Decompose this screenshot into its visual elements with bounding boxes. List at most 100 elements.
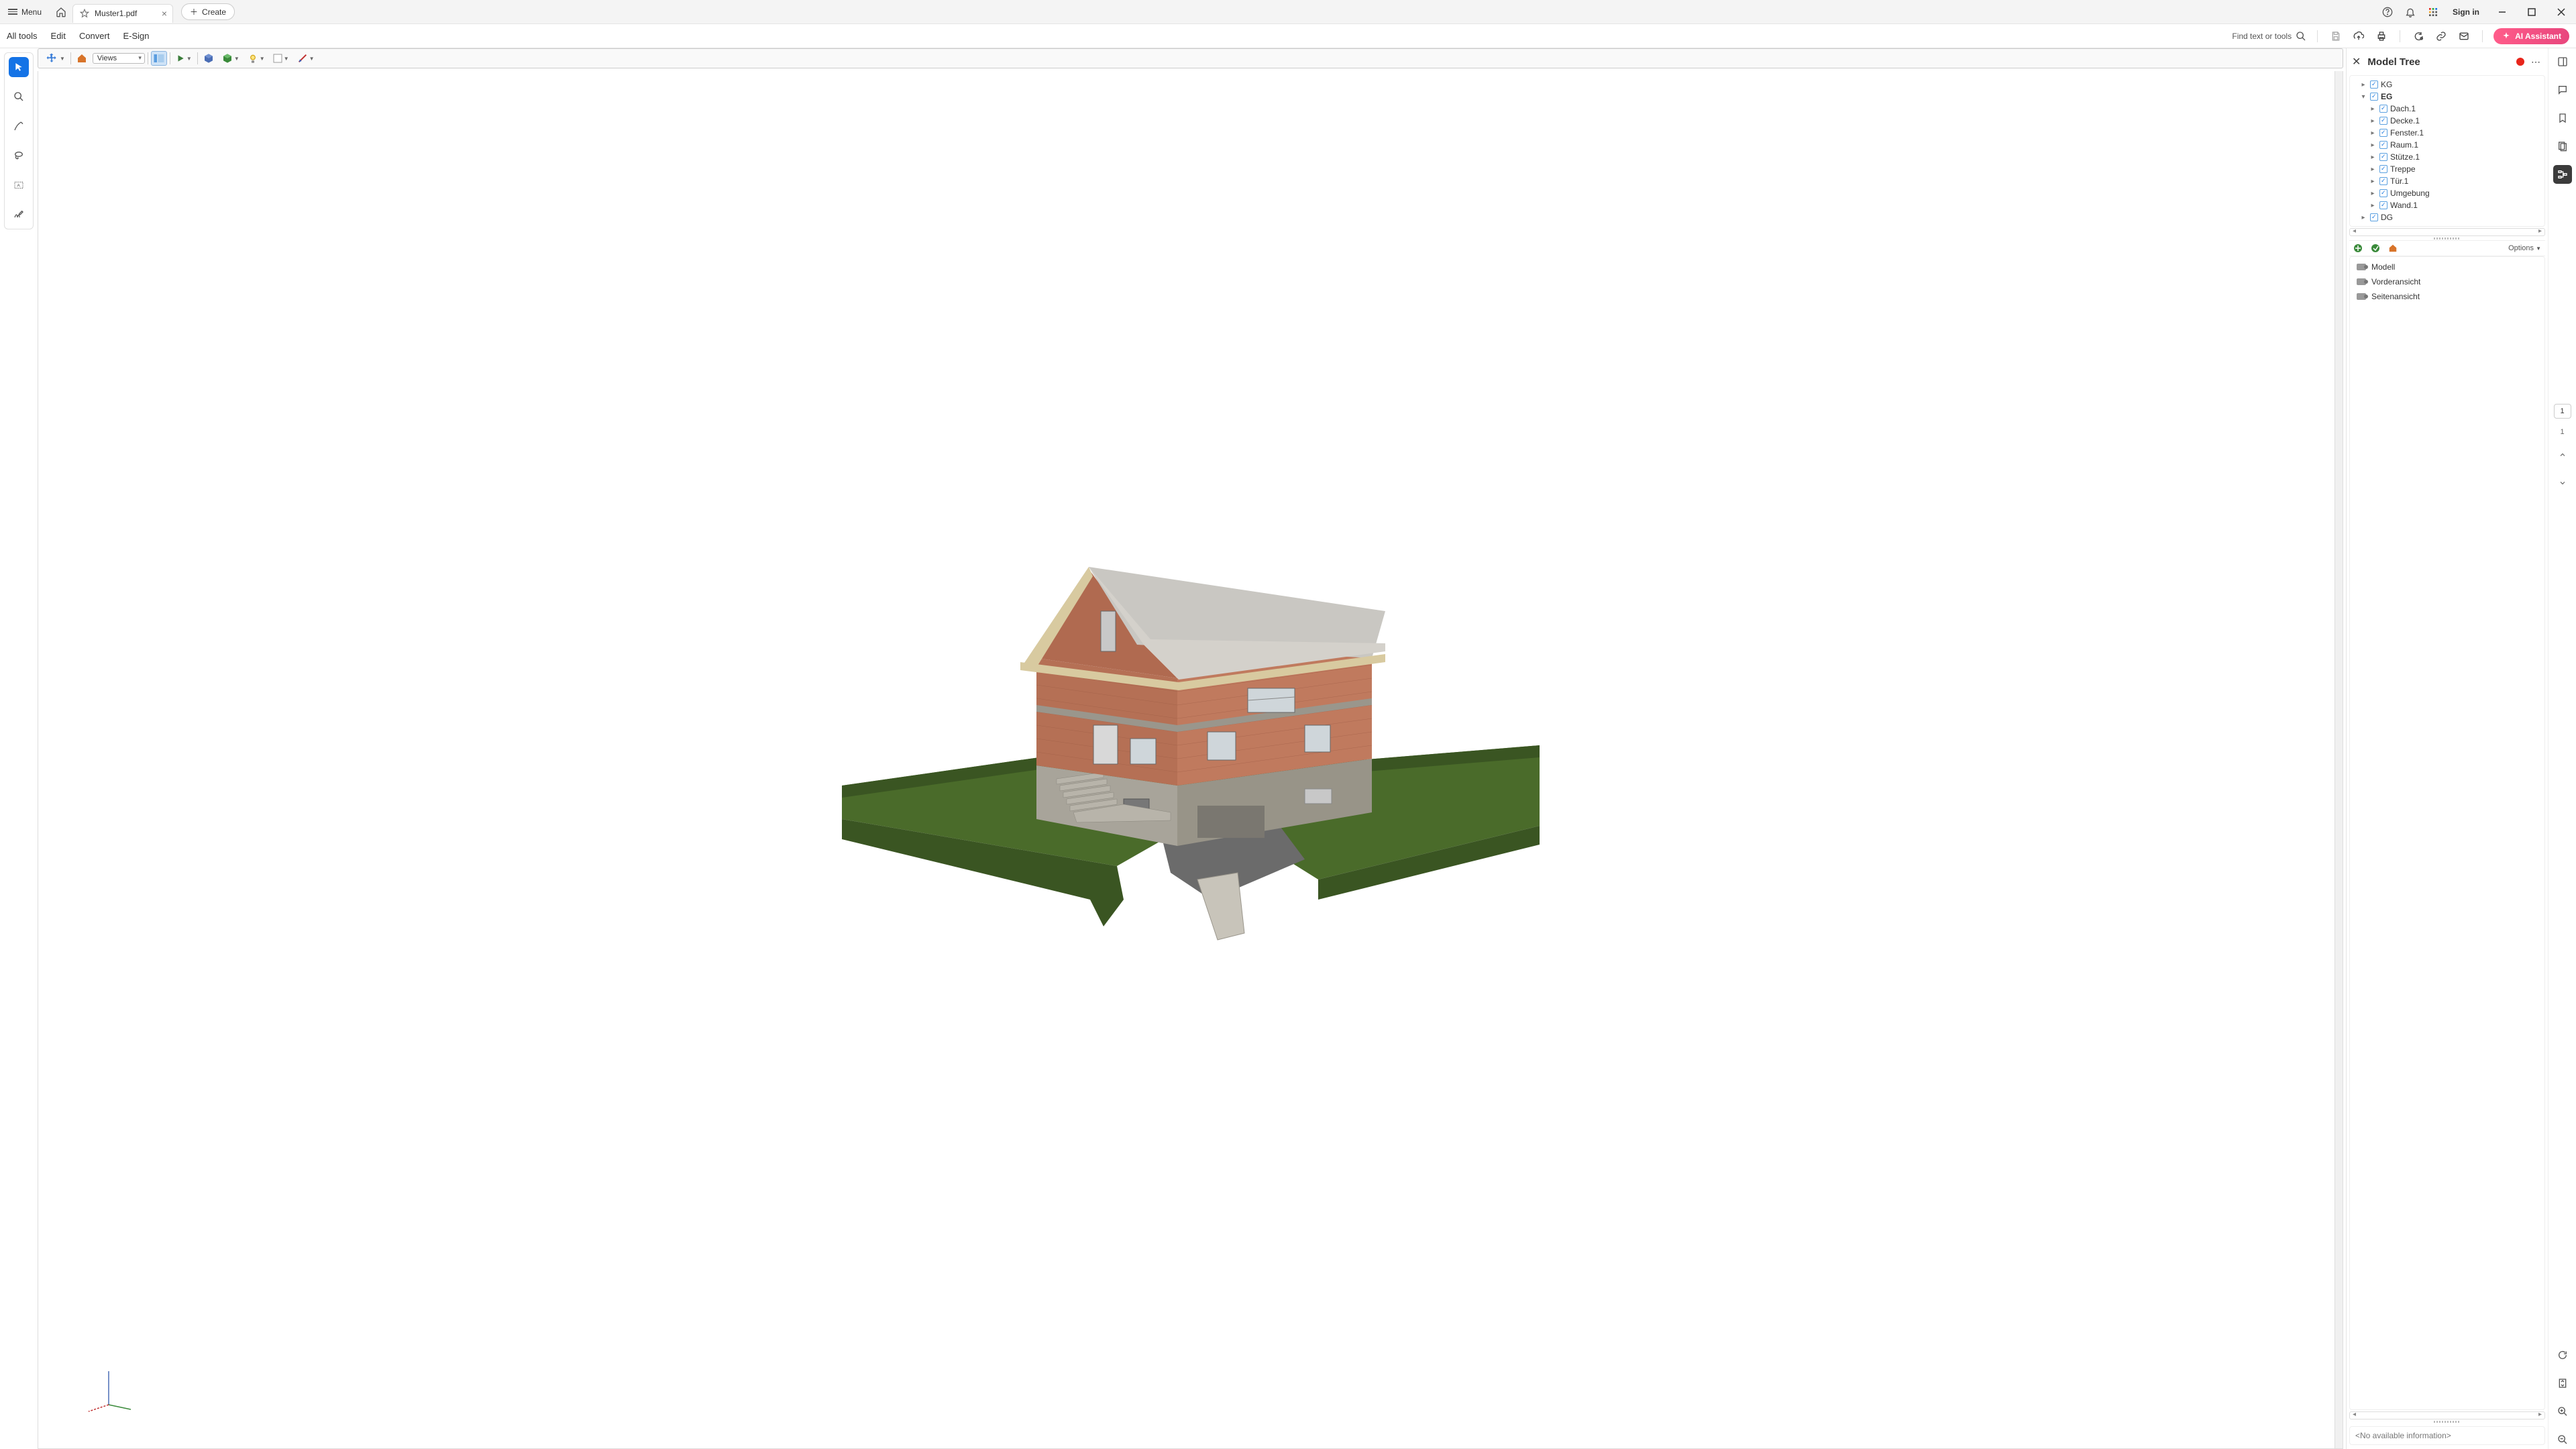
save-button[interactable] [2328,29,2343,44]
close-window-button[interactable] [2546,8,2576,16]
zoom-in-button[interactable] [2553,1402,2572,1421]
menu-all-tools[interactable]: All tools [7,31,38,41]
svg-text:A: A [17,184,20,189]
panel-close-button[interactable]: ✕ [2352,55,2361,68]
viewport-scrollbar[interactable] [2334,71,2343,1448]
model-tree[interactable]: ▸ KG ▾ EG ▸Dach.1 ▸Decke.1 ▸Fenster.1 ▸R… [2349,75,2545,227]
orbit-tool-button[interactable]: ▼ [42,50,68,66]
cube-solid-button[interactable] [201,52,217,65]
tree-node-eg[interactable]: ▾ EG [2350,91,2544,103]
ai-assistant-button[interactable]: AI Assistant [2493,28,2569,44]
camera-icon [2357,293,2366,300]
zoom-tool[interactable] [9,87,29,107]
collapse-icon[interactable]: ▾ [2359,93,2367,101]
checkbox[interactable] [2370,93,2378,101]
right-side: ✕ Model Tree ⋯ ▸ KG ▾ EG ▸Dach.1 ▸Dec [2347,48,2576,1449]
tree-node-tuer[interactable]: ▸Tür.1 [2350,175,2544,187]
rail-panels-button[interactable] [2553,52,2572,71]
help-button[interactable] [2376,0,2399,23]
sign-tool[interactable] [9,205,29,225]
select-tool[interactable] [9,57,29,77]
rail-comments-button[interactable] [2553,80,2572,99]
play-button[interactable]: ▼ [173,52,195,64]
tree-node-fenster[interactable]: ▸Fenster.1 [2350,127,2544,139]
rotate-button[interactable] [2553,1346,2572,1364]
print-button[interactable] [2374,29,2389,44]
right-rail: 1 1 [2548,48,2576,1449]
tree-hscroll[interactable] [2349,228,2545,236]
main-menu-button[interactable]: Menu [0,0,50,23]
email-button[interactable] [2457,29,2471,44]
signin-link[interactable]: Sign in [2453,7,2479,17]
center-column: ▼ Views ▼ ▼ ▼ ▼ ▼ [38,48,2347,1449]
window-controls [2487,8,2576,16]
view-item-seitenansicht[interactable]: Seitenansicht [2350,289,2544,304]
lighting-button[interactable]: ▼ [245,52,268,65]
document-tab[interactable]: Muster1.pdf × [72,4,173,23]
page-input[interactable]: 1 [2554,404,2571,419]
star-icon [80,9,89,18]
find-button[interactable]: Find text or tools [2232,31,2306,42]
view-item-vorderansicht[interactable]: Vorderansicht [2350,274,2544,289]
toggle-tree-button[interactable] [151,51,167,66]
apps-button[interactable] [2422,0,2445,23]
add-view-alt-icon[interactable] [2371,244,2380,253]
rail-modeltree-button[interactable] [2553,165,2572,184]
home-view-icon[interactable] [2388,244,2398,253]
views-dropdown[interactable]: Views [93,53,145,64]
view-item-modell[interactable]: Modell [2350,260,2544,274]
panel-more-button[interactable]: ⋯ [2531,56,2541,68]
minimize-button[interactable] [2487,8,2517,16]
draw-tool[interactable] [9,116,29,136]
maximize-button[interactable] [2517,8,2546,16]
tree-node-decke[interactable]: ▸Decke.1 [2350,115,2544,127]
tab-close-button[interactable]: × [162,8,167,19]
tree-node-raum[interactable]: ▸Raum.1 [2350,139,2544,151]
upload-button[interactable] [2351,29,2366,44]
tree-node-wand[interactable]: ▸Wand.1 [2350,199,2544,211]
menu-label: Menu [21,7,42,17]
views-hscroll[interactable] [2349,1411,2545,1419]
textbox-tool[interactable]: A [9,175,29,195]
rail-thumbnails-button[interactable] [2553,137,2572,156]
link-button[interactable] [2434,29,2449,44]
sparkle-icon [2502,32,2511,41]
axis-gizmo [85,1368,132,1415]
tree-node-kg[interactable]: ▸ KG [2350,78,2544,91]
main-area: A ▼ Views ▼ ▼ ▼ ▼ ▼ [0,48,2576,1449]
notifications-button[interactable] [2399,0,2422,23]
lasso-tool[interactable] [9,146,29,166]
tree-node-dg[interactable]: ▸ DG [2350,211,2544,223]
section-button[interactable]: ▼ [294,52,317,65]
tree-node-umgebung[interactable]: ▸Umgebung [2350,187,2544,199]
3d-model-house [835,524,1546,953]
background-button[interactable]: ▼ [270,52,292,64]
home-view-button[interactable] [74,52,90,65]
comment-button[interactable] [2411,29,2426,44]
cube-green-button[interactable]: ▼ [219,52,242,65]
3d-viewport[interactable] [38,71,2343,1449]
tree-node-dach[interactable]: ▸Dach.1 [2350,103,2544,115]
ai-label: AI Assistant [2515,32,2561,41]
hamburger-icon [8,9,17,15]
rail-bookmarks-button[interactable] [2553,109,2572,127]
page-up-button[interactable] [2553,445,2572,464]
tree-node-stuetze[interactable]: ▸Stütze.1 [2350,151,2544,163]
menu-esign[interactable]: E-Sign [123,31,149,41]
expand-icon[interactable]: ▸ [2359,81,2367,89]
views-list: Modell Vorderansicht Seitenansicht [2349,256,2545,1410]
checkbox[interactable] [2370,80,2378,89]
create-button[interactable]: ＋ Create [181,3,235,20]
menu-edit[interactable]: Edit [51,31,66,41]
tree-node-treppe[interactable]: ▸Treppe [2350,163,2544,175]
home-button[interactable] [50,0,72,23]
page-down-button[interactable] [2553,474,2572,492]
menu-convert[interactable]: Convert [79,31,110,41]
splitter-2[interactable] [2349,1419,2545,1424]
add-view-icon[interactable] [2353,244,2363,253]
options-dropdown[interactable]: Options ▼ [2508,244,2541,252]
fit-page-button[interactable] [2553,1374,2572,1393]
zoom-out-button[interactable] [2553,1430,2572,1449]
record-indicator-icon [2516,58,2524,66]
tab-title: Muster1.pdf [95,9,137,18]
